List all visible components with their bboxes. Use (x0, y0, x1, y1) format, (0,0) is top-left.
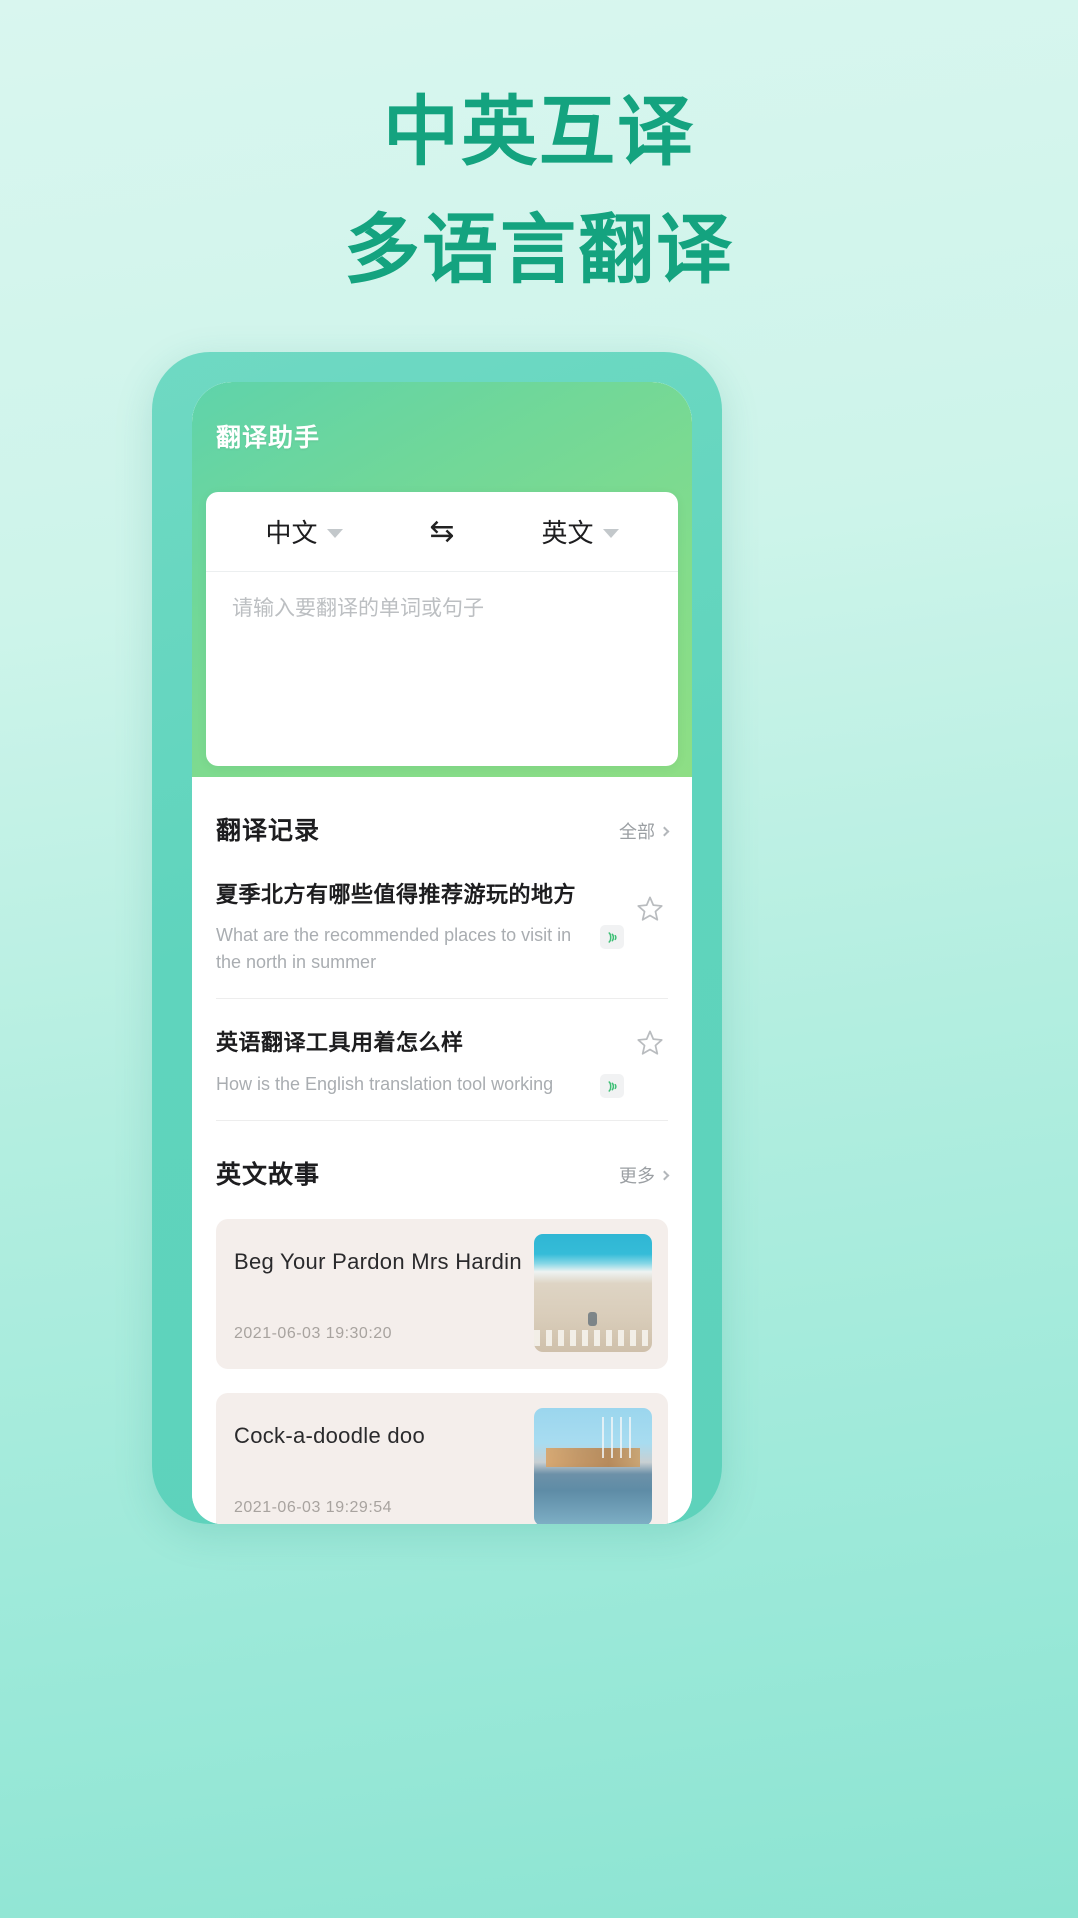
promo-headline: 中英互译 多语言翻译 (0, 84, 1078, 298)
history-item-source: 夏季北方有哪些值得推荐游玩的地方 (216, 883, 577, 908)
language-selector-row: 中文 ⇆ 英文 (206, 492, 678, 572)
history-item-source: 英语翻译工具用着怎么样 (216, 1031, 464, 1056)
speaker-icon[interactable] (600, 925, 624, 949)
story-thumbnail (534, 1408, 652, 1524)
speaker-icon-glyph (607, 1080, 617, 1092)
history-item[interactable]: 英语翻译工具用着怎么样 How is the English translati… (216, 999, 668, 1121)
phone-frame: 翻译助手 中文 ⇆ 英文 请输入要翻译的单词或句子 翻译记录 全部 夏季北方有哪… (152, 352, 722, 1524)
source-language-dropdown[interactable]: 中文 (212, 513, 396, 550)
story-thumbnail (534, 1234, 652, 1352)
target-language-dropdown[interactable]: 英文 (488, 513, 672, 550)
star-outline-icon-glyph (637, 896, 663, 921)
translate-card: 中文 ⇆ 英文 请输入要翻译的单词或句子 (206, 492, 678, 766)
star-outline-icon[interactable] (634, 893, 668, 927)
app-header: 翻译助手 中文 ⇆ 英文 请输入要翻译的单词或句子 (192, 382, 692, 777)
history-section-title: 翻译记录 (216, 816, 321, 845)
story-card[interactable]: Cock-a-doodle doo 2021-06-03 19:29:54 (216, 1393, 668, 1524)
app-title: 翻译助手 (216, 423, 321, 452)
speaker-icon[interactable] (600, 1074, 624, 1098)
phone-screen: 翻译助手 中文 ⇆ 英文 请输入要翻译的单词或句子 翻译记录 全部 夏季北方有哪… (192, 382, 692, 1524)
translate-input-placeholder: 请输入要翻译的单词或句子 (232, 596, 484, 620)
story-timestamp: 2021-06-03 19:30:20 (234, 1325, 393, 1342)
chevron-right-icon (659, 1170, 670, 1180)
chevron-right-icon (659, 826, 670, 836)
promo-screenshot: 中英互译 多语言翻译 翻译助手 中文 ⇆ 英文 请输入要翻译的单词或句子 翻译记… (0, 0, 1078, 1918)
speaker-icon-glyph (607, 931, 617, 943)
translate-input-area[interactable]: 请输入要翻译的单词或句子 (206, 572, 678, 766)
history-item-target: What are the recommended places to visit… (216, 925, 572, 972)
stories-section-title: 英文故事 (216, 1160, 321, 1189)
history-item-text: 夏季北方有哪些值得推荐游玩的地方 What are the recommende… (216, 877, 634, 976)
story-title: Beg Your Pardon Mrs Hardin (234, 1249, 522, 1274)
stories-more-link[interactable]: 更多 (619, 1162, 670, 1191)
chevron-down-icon (326, 529, 343, 538)
source-language-label: 中文 (265, 519, 318, 549)
chevron-down-icon (602, 529, 619, 538)
story-title: Cock-a-doodle doo (234, 1423, 425, 1448)
history-item-target-line: How is the English translation tool work… (216, 1071, 624, 1098)
history-item-target-line: What are the recommended places to visit… (216, 922, 624, 976)
history-item-text: 英语翻译工具用着怎么样 How is the English translati… (216, 1025, 634, 1098)
star-outline-icon[interactable] (634, 1027, 668, 1061)
promo-headline-line-1: 中英互译 (383, 87, 695, 176)
history-view-all-link[interactable]: 全部 (619, 818, 670, 847)
target-language-label: 英文 (541, 519, 594, 549)
history-section-header: 翻译记录 全部 (216, 777, 670, 851)
history-item-target: How is the English translation tool work… (216, 1074, 554, 1094)
swap-languages-button[interactable]: ⇆ (396, 514, 488, 549)
star-outline-icon-glyph (637, 1030, 663, 1055)
history-view-all-label: 全部 (619, 822, 655, 843)
stories-section-header: 英文故事 更多 (216, 1121, 670, 1195)
screen-content: 翻译记录 全部 夏季北方有哪些值得推荐游玩的地方 What are the re… (192, 777, 692, 1524)
stories-more-label: 更多 (619, 1166, 655, 1187)
harbor-photo (534, 1408, 652, 1524)
story-card[interactable]: Beg Your Pardon Mrs Hardin 2021-06-03 19… (216, 1219, 668, 1369)
history-item[interactable]: 夏季北方有哪些值得推荐游玩的地方 What are the recommende… (216, 851, 668, 999)
beach-photo (534, 1234, 652, 1352)
story-timestamp: 2021-06-03 19:29:54 (234, 1499, 393, 1516)
promo-headline-line-2: 多语言翻译 (344, 205, 734, 294)
